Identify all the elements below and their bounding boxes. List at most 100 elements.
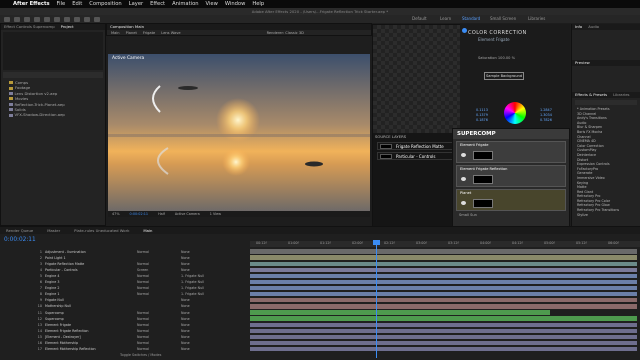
layer-mode[interactable]: Screen	[137, 268, 153, 272]
workspace-small-screen[interactable]: Small Screen	[490, 15, 516, 23]
layer-mode[interactable]: Normal	[137, 274, 153, 278]
timeline-layer-row[interactable]: 14 Element Frigate Reflection Normal None	[0, 328, 248, 333]
saturation-label[interactable]: Saturation 100.00 %	[478, 56, 515, 60]
layer-name[interactable]: Engine 3	[45, 280, 135, 284]
layer-parent[interactable]: None	[181, 335, 190, 339]
layer-name[interactable]: Element Frigate Reflection	[45, 329, 135, 333]
layer-name[interactable]: [Element - Destroyer]	[45, 335, 135, 339]
playhead-handle[interactable]	[373, 240, 380, 245]
menu-view[interactable]: View	[206, 1, 218, 7]
selection-tool-icon[interactable]	[14, 16, 20, 22]
source-layer-row[interactable]: Frigate Reflection Matte	[377, 142, 457, 150]
tab-plate[interactable]: Plate-rules Uneducated Work	[74, 227, 129, 234]
playhead[interactable]	[376, 240, 377, 358]
tab-effect-controls[interactable]: Effect Controls Supercomp	[4, 24, 55, 30]
layer-mode[interactable]: Normal	[137, 341, 153, 345]
effects-search-input[interactable]	[575, 100, 637, 105]
layer-duration-bar[interactable]	[250, 316, 637, 321]
workspace-learn[interactable]: Learn	[440, 15, 451, 23]
menu-layer[interactable]: Layer	[129, 1, 143, 7]
layer-duration-bar[interactable]	[250, 346, 637, 352]
effect-category[interactable]: Stylize	[572, 213, 640, 218]
tab-project[interactable]: Project	[61, 24, 74, 30]
timeline-layer-row[interactable]: 1 Adjustment - Ilumination Normal None	[0, 249, 248, 254]
timeline-layer-row[interactable]: 13 Element Frigate Normal None	[0, 322, 248, 327]
tab-effects-presets[interactable]: Effects & Presets	[575, 92, 607, 98]
workspace-default[interactable]: Default	[412, 15, 427, 23]
layer-mode[interactable]: Normal	[137, 292, 153, 296]
layer-duration-bar[interactable]	[250, 310, 550, 315]
layer-duration-bar[interactable]	[250, 261, 637, 266]
layer-mode[interactable]: Normal	[137, 280, 153, 284]
layer-parent[interactable]: None	[181, 298, 190, 302]
viewer-time[interactable]: 0:00:02:11	[130, 211, 149, 217]
layer-parent[interactable]: 1. Frigate Null	[181, 292, 204, 296]
layer-parent[interactable]: None	[181, 304, 190, 308]
layer-duration-bar[interactable]	[250, 249, 637, 254]
menu-file[interactable]: File	[57, 1, 66, 7]
layer-mode[interactable]: Normal	[137, 250, 153, 254]
layer-name[interactable]: Particular - Controls	[45, 268, 135, 272]
timeline-layer-row[interactable]: 8 Engine 1 Normal 1. Frigate Null	[0, 292, 248, 297]
timeline-layer-row[interactable]: 3 Frigate Reflection Matte Normal None	[0, 261, 248, 266]
layer-mode[interactable]: Normal	[137, 329, 153, 333]
layer-duration-bar[interactable]	[250, 328, 637, 333]
current-time[interactable]: 0:00:02:11	[4, 237, 36, 243]
timeline-layer-row[interactable]: 10 Mothership Null None	[0, 304, 248, 309]
tab-preview[interactable]: Preview	[575, 60, 590, 66]
layer-name[interactable]: Element Mothership Reflection	[45, 347, 135, 351]
layer-duration-bar[interactable]	[250, 273, 637, 279]
layer-parent[interactable]: 1. Frigate Null	[181, 274, 204, 278]
rotate-tool-icon[interactable]	[44, 16, 50, 22]
tab-libraries[interactable]: Libraries	[613, 92, 629, 98]
home-icon[interactable]	[4, 16, 10, 22]
list-item[interactable]: VFX-Shadow-Direction.aep	[1, 112, 105, 117]
pan-behind-tool-icon[interactable]	[64, 16, 70, 22]
layer-duration-bar[interactable]	[250, 298, 637, 303]
timeline-layer-row[interactable]: 9 Frigate Null None	[0, 298, 248, 303]
layer-name[interactable]: Engine 1	[45, 292, 135, 296]
timeline-layer-row[interactable]: 2 Point Light 1 None	[0, 255, 248, 260]
layer-parent[interactable]: 1. Frigate Null	[181, 280, 204, 284]
menu-composition[interactable]: Composition	[89, 1, 121, 7]
layer-swatch[interactable]	[473, 175, 493, 184]
layer-duration-bar[interactable]	[250, 255, 637, 260]
hand-tool-icon[interactable]	[24, 16, 30, 22]
layer-name[interactable]: Element Frigate	[45, 323, 135, 327]
menu-edit[interactable]: Edit	[72, 1, 82, 7]
layer-swatch[interactable]	[473, 151, 493, 160]
layer-duration-bar[interactable]	[250, 285, 637, 291]
search-input[interactable]	[3, 72, 103, 78]
layer-mode[interactable]: Normal	[137, 347, 153, 351]
eye-icon[interactable]	[461, 177, 466, 181]
layer-name[interactable]: Supercomp	[45, 317, 135, 321]
layer-name[interactable]: Mothership Null	[45, 304, 135, 308]
layer-mode[interactable]: Normal	[137, 286, 153, 290]
camera-select[interactable]: Active Camera	[175, 211, 200, 217]
type-tool-icon[interactable]	[94, 16, 100, 22]
layer-name[interactable]: Point Light 1	[45, 256, 135, 260]
layer-parent[interactable]: None	[181, 311, 190, 315]
layer-parent[interactable]: None	[181, 323, 190, 327]
layer-parent[interactable]: None	[181, 317, 190, 321]
layer-name[interactable]: Supercomp	[45, 311, 135, 315]
layer-parent[interactable]: 1. Frigate Null	[181, 286, 204, 290]
layer-duration-bar[interactable]	[250, 322, 637, 327]
layer-mode[interactable]: Normal	[137, 323, 153, 327]
tab-info[interactable]: Info	[575, 24, 582, 30]
workspace-libraries[interactable]: Libraries	[528, 15, 545, 23]
layer-duration-bar[interactable]	[250, 267, 637, 272]
tab-render-queue[interactable]: Render Queue	[6, 227, 33, 234]
eye-icon[interactable]	[461, 201, 466, 205]
layer-duration-bar[interactable]	[250, 292, 637, 297]
tab-main[interactable]: Main	[143, 227, 152, 234]
timeline-layer-row[interactable]: 12 Supercomp Normal None	[0, 316, 248, 321]
timeline-layer-row[interactable]: 16 Element Mothership Normal None	[0, 341, 248, 346]
layer-duration-bar[interactable]	[250, 340, 637, 346]
layer-name[interactable]: Adjustment - Ilumination	[45, 250, 135, 254]
zoom-level[interactable]: 47%	[112, 211, 120, 217]
layer-duration-bar[interactable]	[250, 334, 637, 340]
time-ruler[interactable]: 00:12f 01:00f 01:12f 02:00f 02:12f 03:00…	[250, 241, 640, 247]
layer-parent[interactable]: None	[181, 250, 190, 254]
sample-background-button[interactable]: Sample Background	[484, 72, 524, 80]
